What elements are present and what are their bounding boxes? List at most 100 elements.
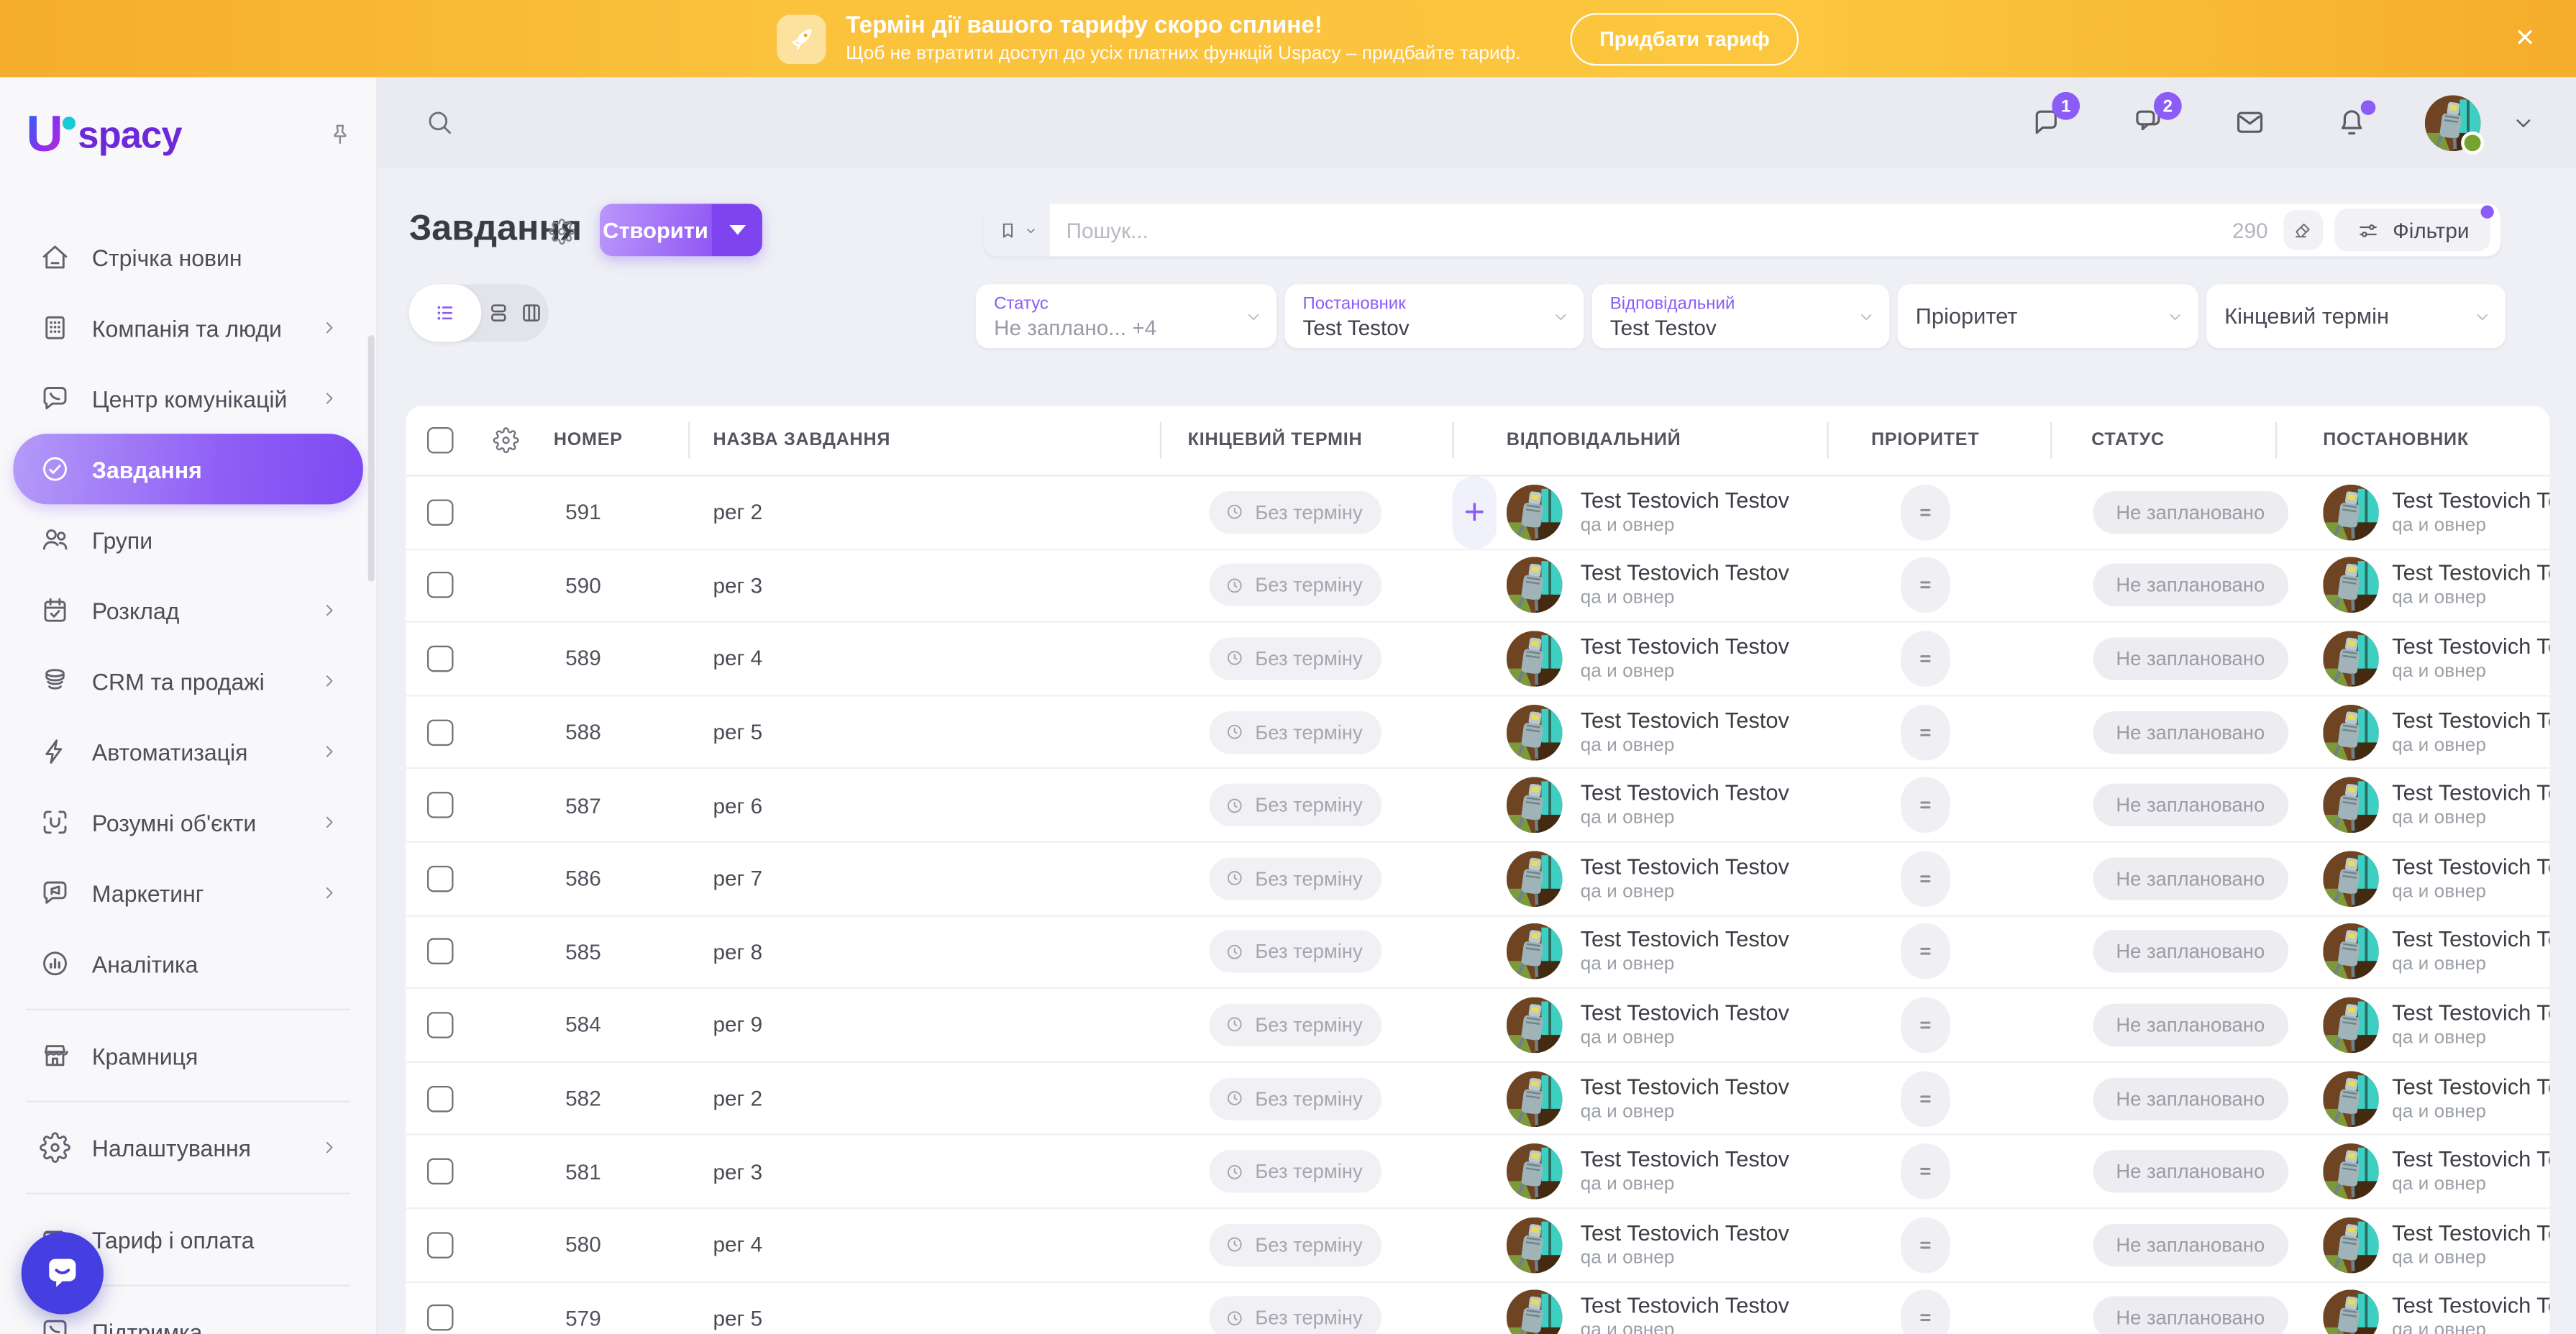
filter-chip-deadline[interactable]: Кінцевий термін (2206, 284, 2506, 348)
author-avatar[interactable] (2323, 777, 2379, 833)
profile-chevron-down-icon[interactable] (2511, 109, 2537, 136)
responsible-name[interactable]: Test Testovich Testov (1581, 1220, 1789, 1247)
sidebar-scrollbar[interactable] (368, 335, 375, 582)
due-date-pill[interactable]: Без терміну (1209, 1150, 1382, 1192)
mail-icon[interactable] (2233, 105, 2267, 140)
responsible-avatar[interactable] (1507, 777, 1563, 833)
responsible-avatar[interactable] (1507, 1290, 1563, 1334)
row-checkbox[interactable] (427, 646, 454, 672)
sidebar-item-schedule[interactable]: Розклад (13, 575, 363, 646)
view-list-tab[interactable] (409, 284, 482, 342)
filters-button[interactable]: Фільтри (2335, 209, 2490, 251)
responsible-name[interactable]: Test Testovich Testov (1581, 1294, 1789, 1320)
author-avatar[interactable] (2323, 1217, 2379, 1273)
task-title[interactable]: рег 3 (713, 573, 762, 598)
due-date-pill[interactable]: Без терміну (1209, 784, 1382, 826)
priority-badge[interactable] (1901, 704, 1950, 760)
table-settings-gear-icon[interactable] (493, 427, 519, 454)
table-row[interactable]: 589 рег 4 Без терміну Test Testovich Tes… (406, 623, 2549, 696)
view-columns-tab[interactable] (515, 299, 549, 327)
status-pill[interactable]: Не заплановано (2093, 931, 2288, 973)
sidebar-item-tasks[interactable]: Завдання (13, 434, 363, 504)
task-title[interactable]: рег 4 (713, 1233, 762, 1257)
author-name[interactable]: Test Testovich Testov (2392, 781, 2549, 808)
chat-icon[interactable]: 1 (2029, 105, 2063, 140)
search-input[interactable] (1050, 218, 2232, 242)
table-row[interactable]: 586 рег 7 Без терміну Test Testovich Tes… (406, 843, 2549, 916)
task-title[interactable]: рег 2 (713, 500, 762, 524)
author-avatar[interactable] (2323, 557, 2379, 613)
create-button-label[interactable]: Створити (600, 204, 711, 256)
due-date-pill[interactable]: Без терміну (1209, 637, 1382, 680)
sidebar-item-automation[interactable]: Автоматизація (13, 716, 363, 787)
priority-badge[interactable] (1901, 557, 1950, 613)
author-name[interactable]: Test Testovich Testov (2392, 1147, 2549, 1174)
clear-filters-eraser-button[interactable] (2284, 210, 2324, 250)
task-title[interactable]: рег 2 (713, 1086, 762, 1110)
responsible-avatar[interactable] (1507, 997, 1563, 1054)
task-title[interactable]: рег 8 (713, 939, 762, 964)
select-all-checkbox[interactable] (427, 427, 454, 454)
author-avatar[interactable] (2323, 1070, 2379, 1126)
responsible-name[interactable]: Test Testovich Testov (1581, 1147, 1789, 1174)
sidebar-item-groups[interactable]: Групи (13, 504, 363, 575)
due-date-pill[interactable]: Без терміну (1209, 857, 1382, 900)
status-pill[interactable]: Не заплановано (2093, 491, 2288, 534)
responsible-name[interactable]: Test Testovich Testov (1581, 854, 1789, 880)
due-date-pill[interactable]: Без терміну (1209, 564, 1382, 606)
priority-badge[interactable] (1901, 1143, 1950, 1200)
due-date-pill[interactable]: Без терміну (1209, 711, 1382, 753)
notifications-bell-icon[interactable] (2334, 105, 2369, 140)
author-name[interactable]: Test Testovich Testov (2392, 708, 2549, 734)
status-pill[interactable]: Не заплановано (2093, 711, 2288, 753)
author-name[interactable]: Test Testovich Testov (2392, 1074, 2549, 1100)
author-name[interactable]: Test Testovich Testov (2392, 1000, 2549, 1027)
author-name[interactable]: Test Testovich Testov (2392, 561, 2549, 588)
row-checkbox[interactable] (427, 1012, 454, 1038)
task-title[interactable]: рег 5 (713, 1306, 762, 1330)
responsible-avatar[interactable] (1507, 557, 1563, 613)
filter-chip-author[interactable]: Постановник Test Testov (1284, 284, 1584, 348)
task-title[interactable]: рег 3 (713, 1159, 762, 1184)
quick-add-button[interactable]: + (1452, 476, 1497, 548)
group-chat-icon[interactable]: 2 (2131, 105, 2165, 140)
saved-filters-bookmark-button[interactable] (984, 204, 1049, 256)
priority-badge[interactable] (1901, 777, 1950, 833)
responsible-name[interactable]: Test Testovich Testov (1581, 1000, 1789, 1027)
priority-badge[interactable] (1901, 924, 1950, 980)
priority-badge[interactable] (1901, 997, 1950, 1054)
task-title[interactable]: рег 4 (713, 647, 762, 671)
view-board-tab[interactable] (481, 299, 515, 327)
author-name[interactable]: Test Testovich Testov (2392, 1220, 2549, 1247)
status-pill[interactable]: Не заплановано (2093, 1223, 2288, 1266)
author-name[interactable]: Test Testovich Testov (2392, 927, 2549, 954)
author-avatar[interactable] (2323, 1290, 2379, 1334)
author-name[interactable]: Test Testovich Testov (2392, 1294, 2549, 1320)
row-checkbox[interactable] (427, 719, 454, 746)
pin-sidebar-icon[interactable] (327, 122, 354, 148)
author-name[interactable]: Test Testovich Testov (2392, 854, 2549, 880)
responsible-avatar[interactable] (1507, 1143, 1563, 1200)
search-icon[interactable] (424, 106, 455, 137)
task-title[interactable]: рег 7 (713, 867, 762, 891)
status-pill[interactable]: Не заплановано (2093, 1150, 2288, 1192)
due-date-pill[interactable]: Без терміну (1209, 491, 1382, 534)
responsible-name[interactable]: Test Testovich Testov (1581, 488, 1789, 514)
due-date-pill[interactable]: Без терміну (1209, 1223, 1382, 1266)
buy-tariff-button[interactable]: Придбати тариф (1570, 12, 1799, 65)
author-avatar[interactable] (2323, 1143, 2379, 1200)
priority-badge[interactable] (1901, 1070, 1950, 1126)
close-icon[interactable]: ✕ (2507, 19, 2543, 55)
status-pill[interactable]: Не заплановано (2093, 564, 2288, 606)
priority-badge[interactable] (1901, 851, 1950, 907)
status-pill[interactable]: Не заплановано (2093, 1297, 2288, 1334)
sidebar-item-smart-objects[interactable]: Розумні об'єкти (13, 787, 363, 857)
row-checkbox[interactable] (427, 792, 454, 818)
row-checkbox[interactable] (427, 1159, 454, 1185)
table-row[interactable]: 580 рег 4 Без терміну Test Testovich Tes… (406, 1209, 2549, 1282)
table-row[interactable]: 591 рег 2 Без терміну Test Testovich Tes… (406, 476, 2549, 549)
responsible-avatar[interactable] (1507, 851, 1563, 907)
due-date-pill[interactable]: Без терміну (1209, 931, 1382, 973)
author-avatar[interactable] (2323, 851, 2379, 907)
support-chat-fab[interactable] (22, 1232, 104, 1314)
